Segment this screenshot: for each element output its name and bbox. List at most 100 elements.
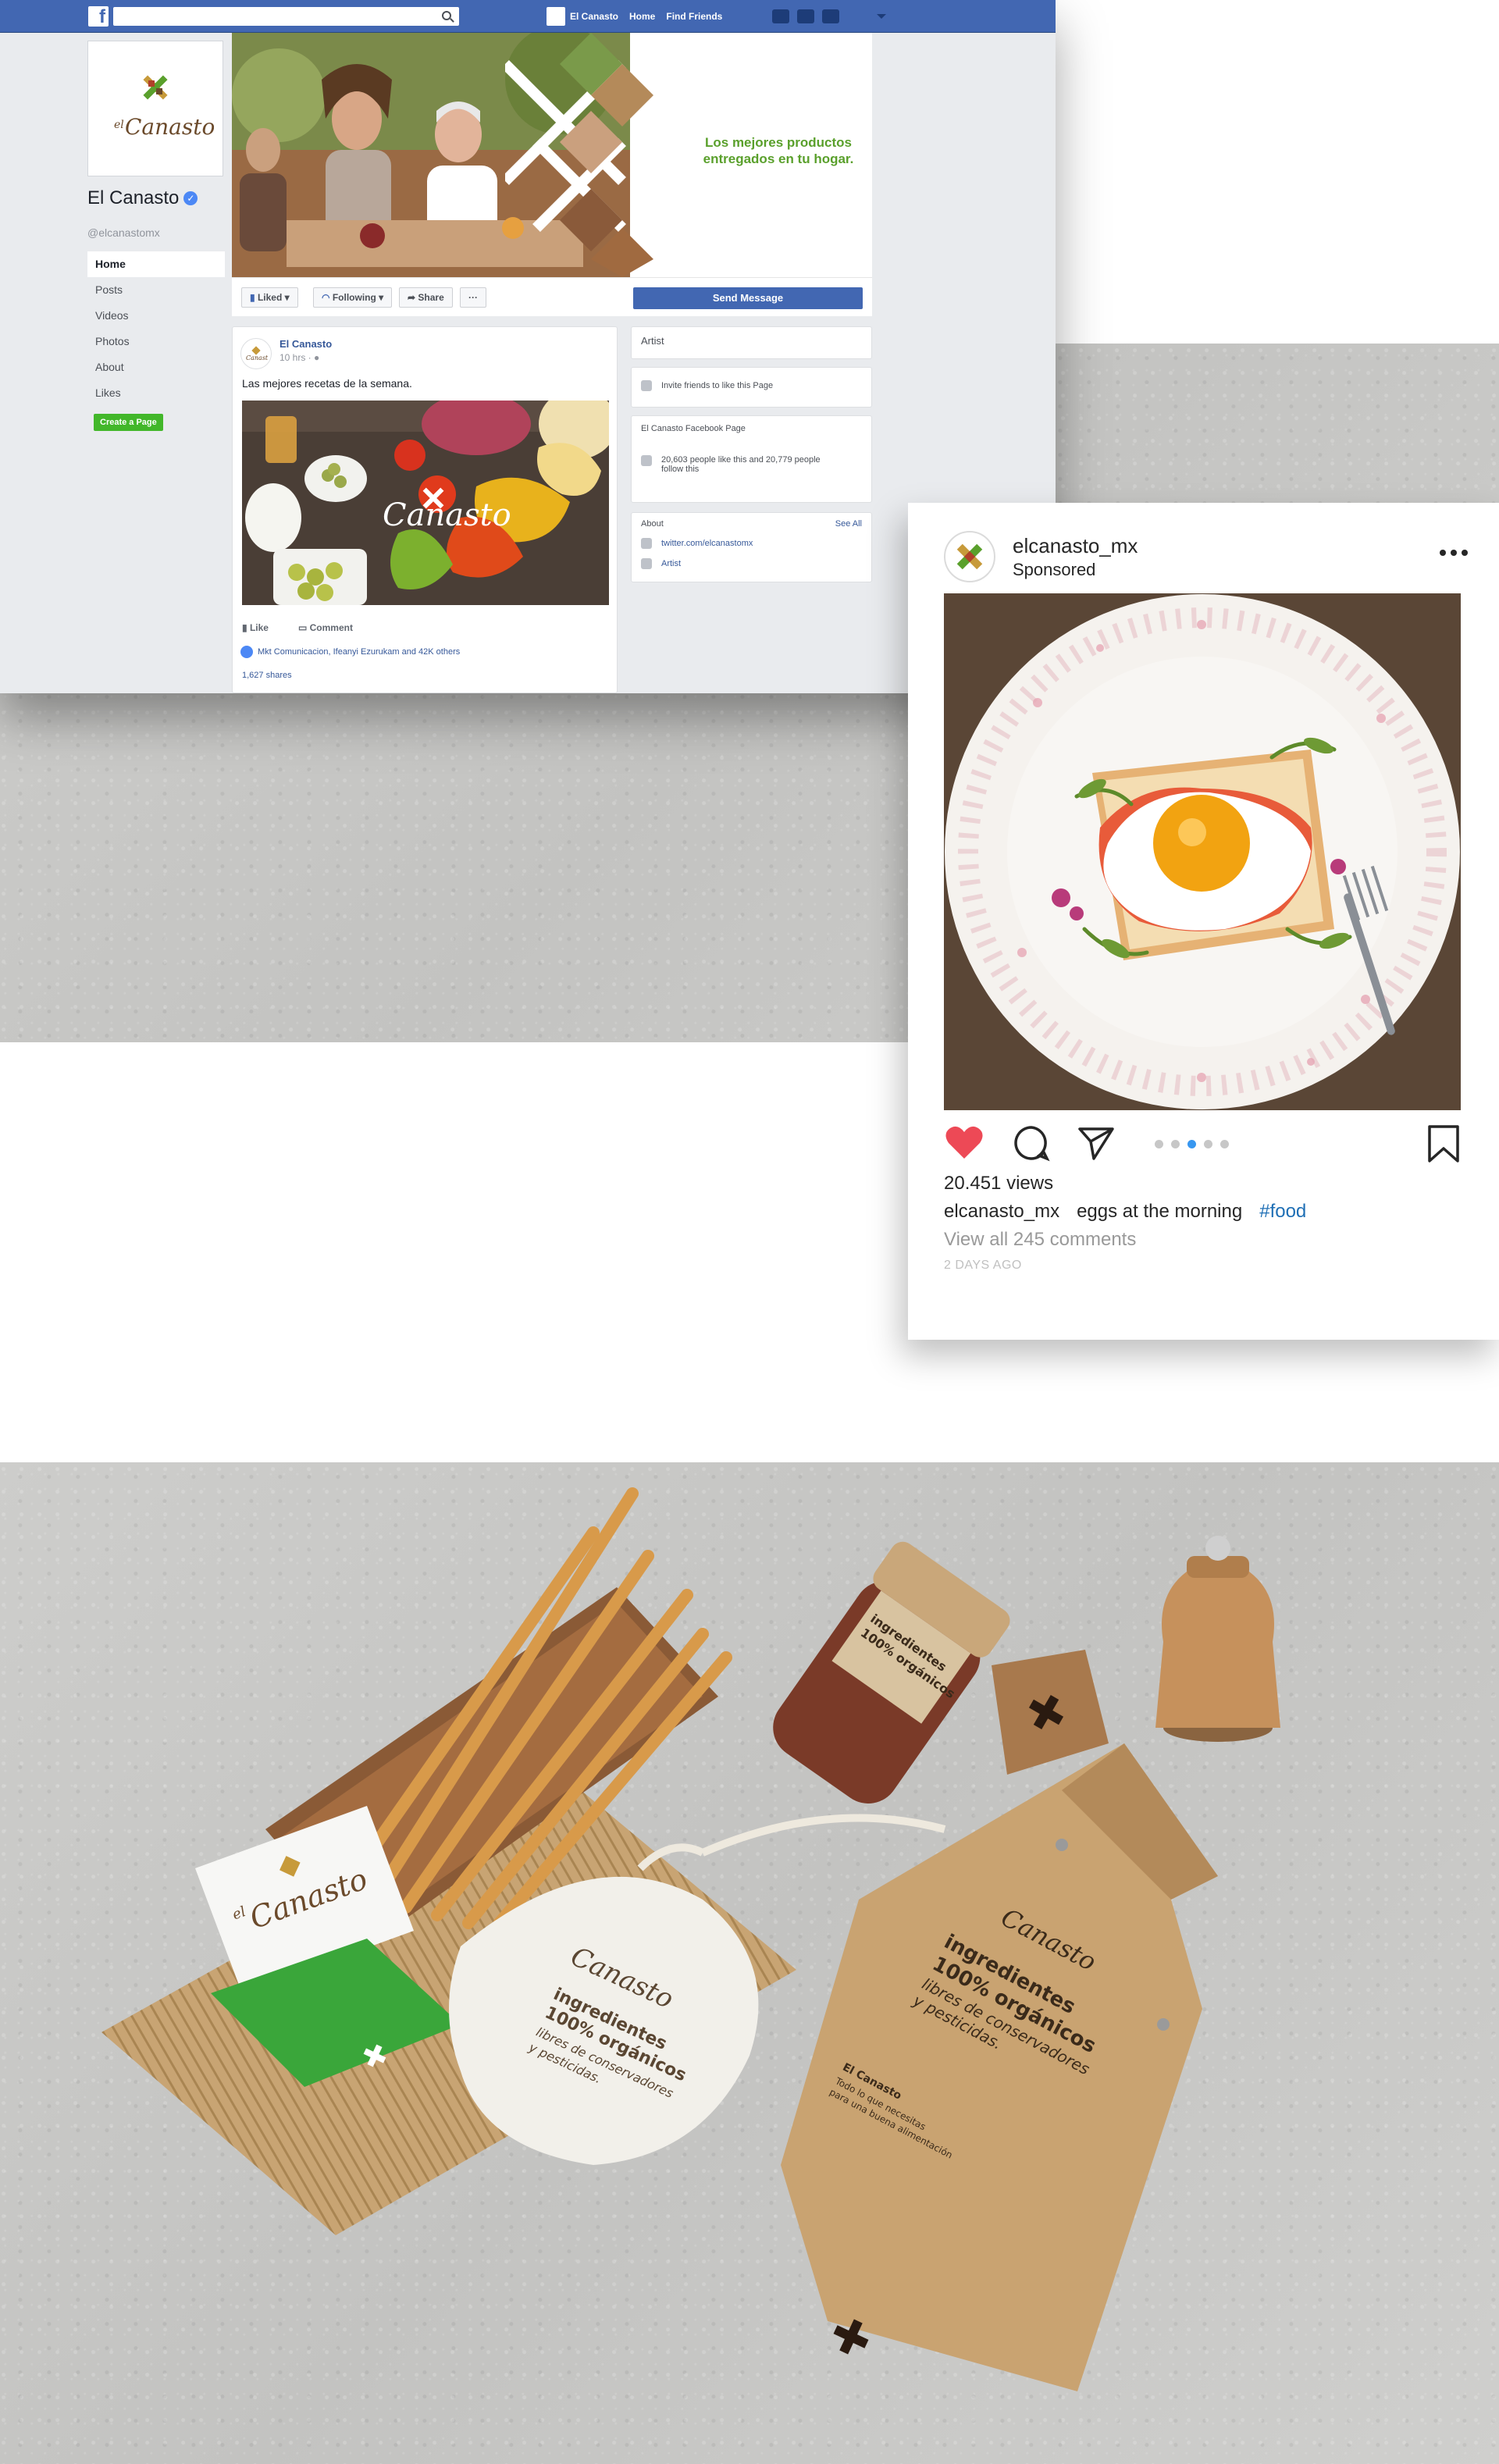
thumbs-up-icon: ▮ — [250, 292, 255, 303]
post-date: 2 DAYS AGO — [944, 1259, 1022, 1272]
brand-x-pattern-icon — [501, 33, 653, 277]
instagram-actions-bar — [944, 1124, 1461, 1163]
more-options-icon[interactable] — [1440, 550, 1468, 556]
send-icon[interactable] — [1077, 1124, 1116, 1162]
facebook-logo-icon[interactable]: f — [88, 6, 109, 27]
view-all-comments-link[interactable]: View all 245 comments — [944, 1229, 1136, 1251]
carousel-dot-active — [1187, 1140, 1196, 1148]
post-image[interactable]: Canasto — [242, 401, 609, 605]
share-button[interactable]: ➦ Share — [399, 287, 453, 308]
page-menu-item-likes[interactable]: Likes — [87, 380, 225, 406]
like-reaction-icon — [240, 646, 253, 658]
post-like-button[interactable]: ▮ Like — [242, 622, 269, 633]
page-menu-item-photos[interactable]: Photos — [87, 329, 225, 354]
post-like-label: Like — [249, 622, 269, 633]
page-menu-item-about[interactable]: About — [87, 354, 225, 380]
post-comment-label: Comment — [309, 622, 353, 633]
egg-toast-photo — [944, 593, 1461, 1110]
product-packaging-photo: Canasto el Canasto ingredientes 100% org… — [0, 1462, 1499, 2464]
about-category-row: Artist — [632, 554, 871, 574]
account-menu-caret-icon[interactable] — [863, 9, 888, 23]
following-button[interactable]: ◠ Following ▾ — [313, 287, 393, 308]
facebook-page-mockup: f El Canasto Home Find Friends el Canast… — [0, 0, 1056, 693]
facebook-page-card: El Canasto Facebook Page 20,603 people l… — [631, 415, 872, 503]
logo-canasto-text: Canasto — [125, 114, 214, 140]
liked-label: Liked — [257, 292, 283, 303]
post-avatar[interactable]: Canasto — [240, 338, 272, 369]
lock-icon — [641, 558, 652, 569]
search-input[interactable] — [113, 7, 459, 26]
verified-badge-icon: ✓ — [183, 191, 198, 205]
post-time-text: 10 hrs · — [280, 352, 315, 363]
see-all-link[interactable]: See All — [835, 519, 862, 529]
page-cover[interactable]: Los mejores productos entregados en tu h… — [232, 33, 872, 277]
instagram-post-photo[interactable] — [944, 593, 1461, 1110]
post-caption: elcanasto_mx eggs at the morning #food — [944, 1201, 1306, 1223]
invite-text: Invite friends to like this Page — [661, 381, 774, 390]
carousel-dot — [1204, 1140, 1212, 1148]
post-author-link[interactable]: El Canasto — [280, 338, 332, 350]
page-menu-item-videos[interactable]: Videos — [87, 303, 225, 329]
category-link[interactable]: Artist — [661, 559, 681, 568]
more-options-button[interactable]: ··· — [460, 287, 486, 308]
following-label: Following — [332, 292, 376, 303]
liked-button[interactable]: ▮ Liked ▾ — [241, 287, 298, 308]
hashtag-link[interactable]: #food — [1259, 1201, 1306, 1223]
share-arrow-icon: ➦ — [408, 292, 416, 303]
carousel-dot — [1220, 1140, 1229, 1148]
carousel-dot — [1171, 1140, 1180, 1148]
cover-brand-pattern — [501, 33, 653, 277]
page-handle[interactable]: @elcanastomx — [87, 226, 225, 239]
create-page-button[interactable]: Create a Page — [94, 414, 163, 431]
spice-jar: ingredientes 100% orgánicos — [773, 1541, 1010, 1803]
friend-requests-icon[interactable] — [772, 9, 790, 23]
caption-text: eggs at the morning — [1077, 1201, 1243, 1222]
about-card-title: About — [641, 519, 664, 529]
rss-icon: ◠ — [322, 292, 330, 303]
post-timestamp[interactable]: 10 hrs · ● — [280, 352, 332, 363]
topbar-find-friends-link[interactable]: Find Friends — [666, 11, 722, 22]
comment-icon: ▭ — [297, 622, 310, 633]
search-icon[interactable] — [442, 11, 451, 20]
topbar-icons — [772, 9, 840, 23]
carousel-indicator — [1155, 1140, 1229, 1148]
messages-icon[interactable] — [797, 9, 815, 23]
globe-icon: ● — [314, 352, 320, 363]
invite-friends-link[interactable]: Invite friends to like this Page — [632, 368, 871, 396]
el-canasto-logo-icon: el Canasto — [114, 75, 214, 140]
topbar-home-link[interactable]: Home — [629, 11, 655, 22]
page-profile-picture[interactable]: el Canasto — [87, 41, 223, 176]
comment-icon[interactable] — [1013, 1124, 1050, 1162]
post-comment-button[interactable]: ▭ Comment — [298, 622, 353, 633]
page-menu-item-home[interactable]: Home — [87, 251, 225, 277]
notifications-icon[interactable] — [822, 9, 840, 23]
twitter-link[interactable]: twitter.com/elcanastomx — [661, 539, 753, 548]
bookmark-icon[interactable] — [1426, 1124, 1461, 1163]
chevron-down-icon: ▾ — [284, 292, 290, 303]
heart-icon[interactable] — [944, 1124, 984, 1162]
thumbs-up-icon — [641, 455, 652, 466]
about-card-header: About See All — [632, 513, 871, 533]
post-likes-summary[interactable]: Mkt Comunicacion, Ifeanyi Ezurukam and 4… — [240, 646, 460, 658]
facebook-topbar: f El Canasto Home Find Friends — [0, 0, 1056, 33]
post-avatar-logo-text: Canasto — [246, 354, 268, 361]
post-shares-count[interactable]: 1,627 shares — [242, 671, 292, 680]
page-likes-text-1: 20,603 people like this and 20,779 peopl… — [661, 455, 821, 465]
instagram-username[interactable]: elcanasto_mx — [1013, 534, 1138, 558]
chevron-down-icon: ▾ — [379, 292, 384, 303]
page-menu: Home Posts Videos Photos About Likes — [87, 251, 225, 406]
topbar-user[interactable]: El Canasto — [547, 7, 618, 26]
vegetables-photo: Canasto — [242, 401, 609, 605]
avatar[interactable] — [944, 531, 995, 582]
post-header: Canasto El Canasto 10 hrs · ● — [240, 338, 332, 369]
page-menu-item-posts[interactable]: Posts — [87, 277, 225, 303]
post-text: Las mejores recetas de la semana. — [242, 377, 412, 390]
caption-username[interactable]: elcanasto_mx — [944, 1201, 1059, 1223]
facebook-page-card-title: El Canasto Facebook Page — [641, 424, 746, 433]
page-likes-text-2: follow this — [661, 465, 700, 474]
avatar — [547, 7, 565, 26]
artist-card: Artist — [631, 326, 872, 359]
send-message-button[interactable]: Send Message — [633, 287, 863, 309]
share-label: Share — [418, 292, 444, 303]
about-card: About See All twitter.com/elcanastomx Ar… — [631, 512, 872, 582]
